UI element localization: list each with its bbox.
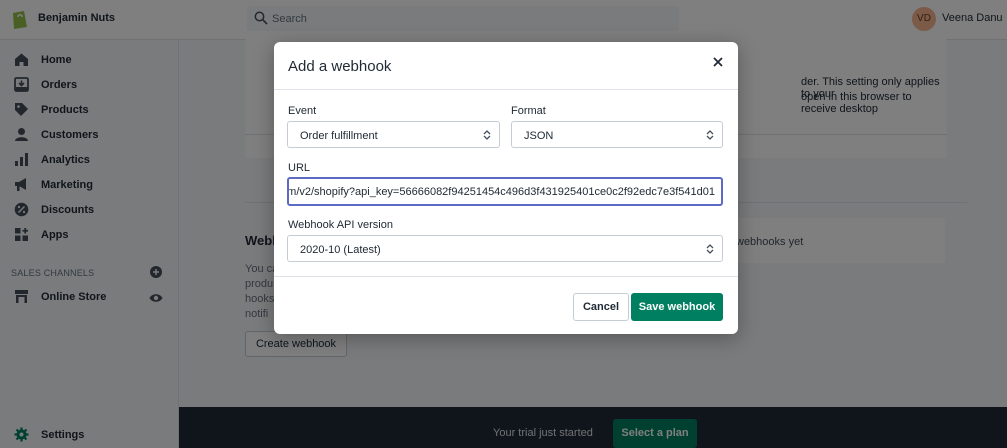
url-input-value: ɔ.com/v2/shopify?api_key=56666082f942514…: [287, 186, 715, 198]
close-icon[interactable]: [710, 54, 726, 70]
select-arrows-icon: [706, 244, 714, 254]
api-version-select[interactable]: 2020-10 (Latest): [287, 235, 723, 262]
format-select[interactable]: JSON: [511, 121, 723, 148]
url-label: URL: [288, 162, 311, 174]
format-label: Format: [511, 105, 546, 117]
cancel-button[interactable]: Cancel: [573, 293, 629, 321]
event-select[interactable]: Order fulfillment: [287, 121, 500, 148]
modal-footer-divider: [274, 276, 738, 277]
select-arrows-icon: [706, 130, 714, 140]
add-webhook-modal: Add a webhook Event Order fulfillment Fo…: [274, 42, 738, 334]
url-input[interactable]: ɔ.com/v2/shopify?api_key=56666082f942514…: [287, 177, 723, 206]
save-webhook-button[interactable]: Save webhook: [631, 293, 723, 321]
modal-title: Add a webhook: [288, 58, 392, 75]
format-select-value: JSON: [524, 130, 554, 142]
select-arrows-icon: [483, 130, 491, 140]
modal-header: Add a webhook: [274, 42, 738, 90]
api-version-label: Webhook API version: [288, 219, 393, 231]
event-select-value: Order fulfillment: [300, 130, 378, 142]
event-label: Event: [288, 105, 317, 117]
api-version-select-value: 2020-10 (Latest): [300, 244, 381, 256]
